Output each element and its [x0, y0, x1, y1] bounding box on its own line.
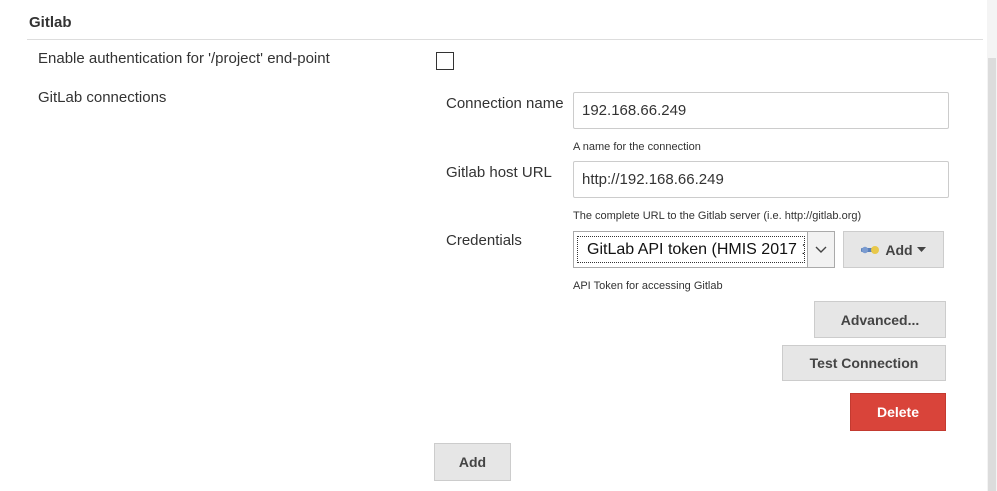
add-connection-button[interactable]: Add: [434, 443, 511, 481]
caret-down-icon: [916, 247, 926, 252]
connections-label: GitLab connections: [38, 89, 167, 106]
credentials-selected-value: GitLab API token (HMIS 2017 1: [577, 236, 805, 263]
section-title: Gitlab: [29, 14, 72, 31]
auth-checkbox[interactable]: [436, 52, 454, 70]
connection-name-help: A name for the connection: [573, 141, 701, 153]
credentials-label: Credentials: [446, 232, 522, 249]
host-url-help: The complete URL to the Gitlab server (i…: [573, 210, 862, 222]
auth-label: Enable authentication for '/project' end…: [38, 50, 330, 67]
advanced-button[interactable]: Advanced...: [814, 301, 946, 338]
host-url-value: http://192.168.66.249: [582, 171, 724, 188]
host-url-input[interactable]: http://192.168.66.249: [573, 161, 949, 198]
test-connection-button[interactable]: Test Connection: [782, 345, 946, 381]
chevron-down-icon[interactable]: [807, 232, 834, 267]
credentials-add-button[interactable]: Add: [843, 231, 944, 268]
key-icon: [861, 245, 881, 255]
scrollbar-thumb[interactable]: [988, 58, 996, 491]
connection-name-value: 192.168.66.249: [582, 102, 687, 119]
credentials-select[interactable]: GitLab API token (HMIS 2017 1: [573, 231, 835, 268]
credentials-add-label: Add: [885, 241, 913, 258]
connection-name-label: Connection name: [446, 95, 564, 112]
section-divider: [27, 39, 983, 40]
delete-button[interactable]: Delete: [850, 393, 946, 431]
host-url-label: Gitlab host URL: [446, 164, 552, 181]
credentials-help: API Token for accessing Gitlab: [573, 280, 723, 292]
connection-name-input[interactable]: 192.168.66.249: [573, 92, 949, 129]
